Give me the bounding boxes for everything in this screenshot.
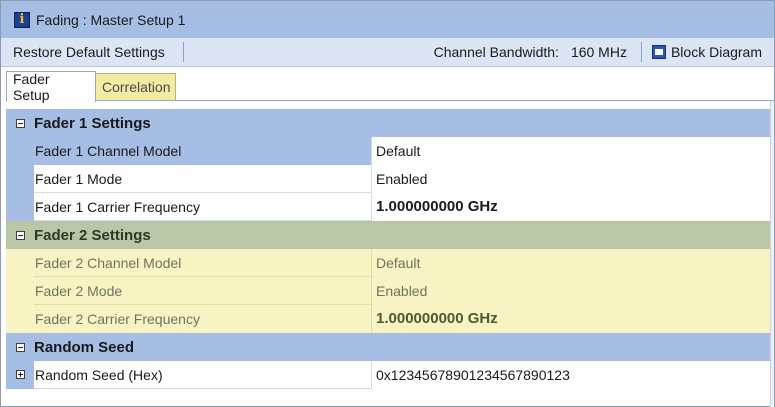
tab-strip: Fader Setup Correlation [1, 67, 774, 103]
block-diagram-button[interactable]: Block Diagram [671, 44, 774, 60]
property-row[interactable]: Fader 1 Carrier Frequency 1.000000000 GH… [6, 192, 770, 221]
channel-bandwidth-label: Channel Bandwidth: [433, 44, 559, 60]
category-label: Random Seed [34, 338, 135, 356]
property-name: Fader 2 Carrier Frequency [35, 311, 200, 327]
category-label: Fader 1 Settings [34, 114, 151, 132]
fading-window: i Fading : Master Setup 1 Restore Defaul… [0, 0, 775, 407]
toolbar: Restore Default Settings Channel Bandwid… [1, 38, 774, 67]
title-bar: i Fading : Master Setup 1 [1, 1, 774, 38]
property-name: Fader 1 Mode [35, 170, 123, 187]
property-name: Random Seed (Hex) [35, 366, 163, 383]
window-title: Fading : Master Setup 1 [36, 11, 186, 28]
property-value-fader-2-mode[interactable]: Enabled [371, 276, 770, 305]
category-label: Fader 2 Settings [34, 226, 151, 244]
property-name: Fader 1 Carrier Frequency [35, 198, 200, 215]
property-row[interactable]: Fader 2 Carrier Frequency 1.000000000 GH… [6, 305, 770, 333]
tab-fader-setup[interactable]: Fader Setup [6, 71, 96, 103]
property-row[interactable]: Fader 2 Channel Model Default [6, 248, 770, 277]
tab-underline [6, 100, 774, 101]
block-diagram-icon[interactable] [651, 45, 666, 59]
property-row[interactable]: Fader 1 Mode Enabled [6, 164, 770, 193]
collapse-icon[interactable] [6, 118, 34, 128]
collapse-icon[interactable] [6, 342, 34, 352]
collapse-icon[interactable] [6, 230, 34, 240]
property-value-fader-1-mode[interactable]: Enabled [371, 164, 770, 193]
scrollbar-edge [770, 101, 774, 407]
category-fader-2-settings[interactable]: Fader 2 Settings [6, 221, 770, 249]
toolbar-separator [182, 42, 184, 62]
property-value-fader-1-channel-model[interactable]: Default [371, 136, 770, 165]
property-name: Fader 2 Mode [35, 282, 123, 299]
property-row[interactable]: Random Seed (Hex) 0x12345678901234567890… [6, 360, 770, 389]
property-value-fader-2-channel-model[interactable]: Default [371, 248, 770, 277]
property-name: Fader 2 Channel Model [35, 254, 182, 271]
property-name: Fader 1 Channel Model [34, 136, 371, 165]
tab-correlation[interactable]: Correlation [96, 73, 176, 101]
expand-icon[interactable] [6, 360, 34, 389]
channel-bandwidth-value: 160 MHz [570, 44, 627, 60]
property-value-fader-1-carrier-frequency[interactable]: 1.000000000 GHz [371, 192, 770, 221]
property-value-random-seed-hex[interactable]: 0x12345678901234567890123 [371, 360, 770, 389]
info-icon: i [14, 11, 30, 28]
category-fader-1-settings[interactable]: Fader 1 Settings [6, 109, 770, 137]
property-grid: Fader 1 Settings Fader 1 Channel Model D… [6, 109, 770, 389]
property-value-fader-2-carrier-frequency[interactable]: 1.000000000 GHz [371, 305, 770, 333]
property-row[interactable]: Fader 2 Mode Enabled [6, 276, 770, 305]
category-random-seed[interactable]: Random Seed [6, 333, 770, 361]
restore-default-settings-button[interactable]: Restore Default Settings [1, 38, 177, 67]
toolbar-separator [640, 42, 642, 62]
property-row[interactable]: Fader 1 Channel Model Default [6, 136, 770, 165]
